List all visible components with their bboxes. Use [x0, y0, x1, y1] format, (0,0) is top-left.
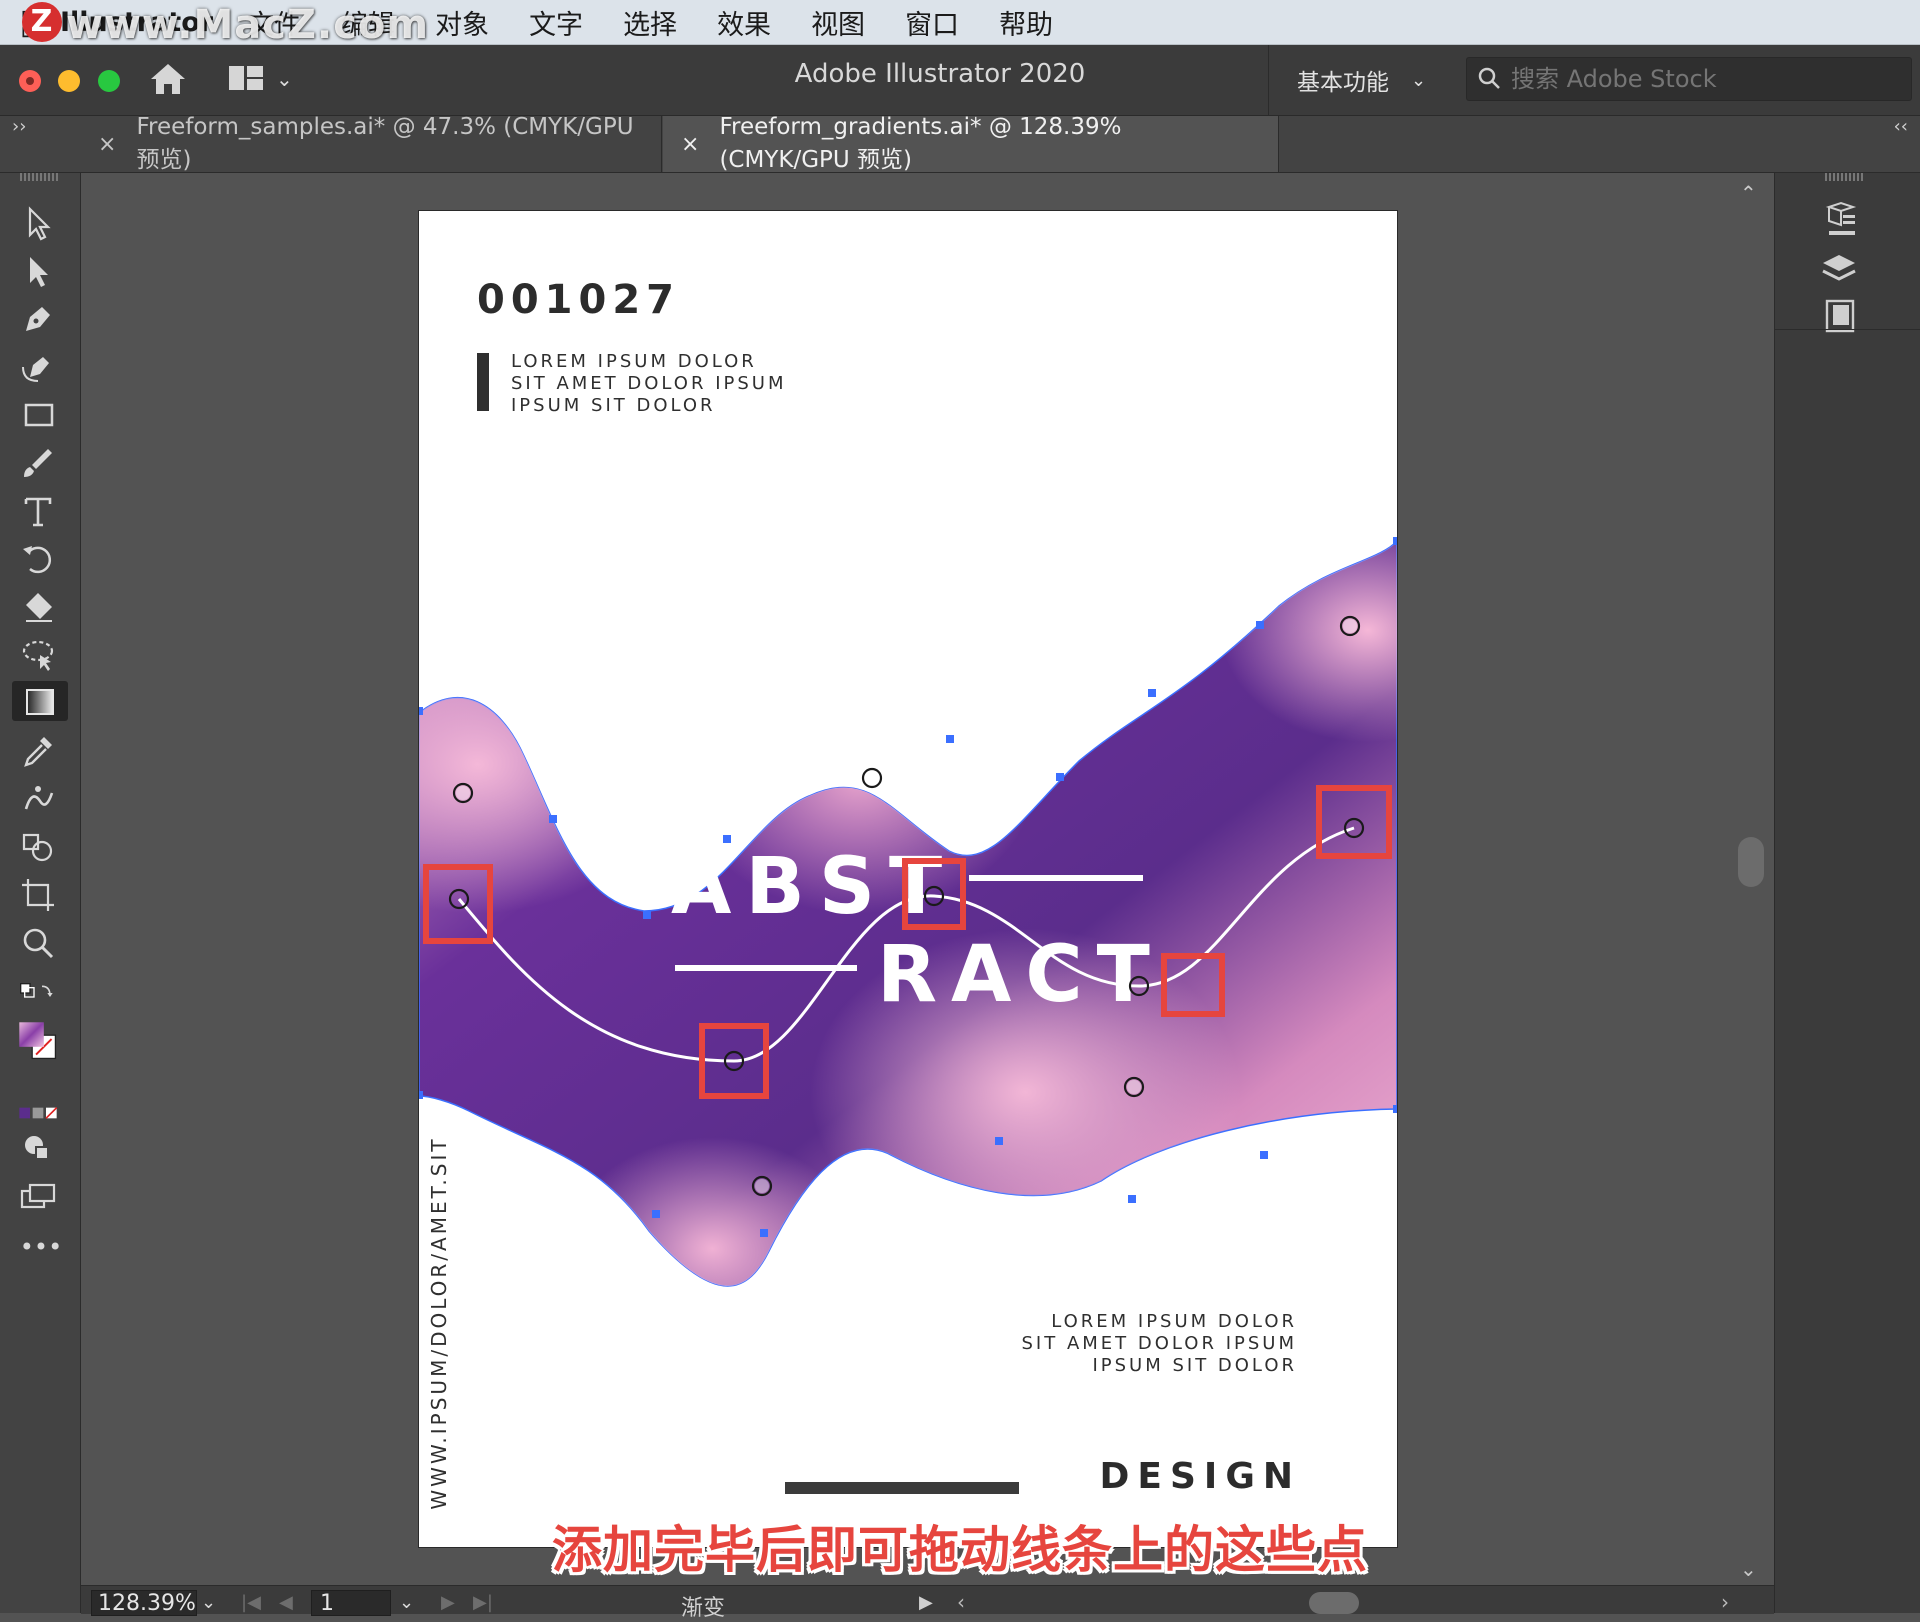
eyedropper-tool-icon[interactable]	[18, 731, 64, 771]
rectangle-tool-icon[interactable]	[18, 395, 64, 435]
selection-tool-icon[interactable]	[18, 203, 64, 243]
window-close-button[interactable]	[19, 70, 41, 92]
panel-grip[interactable]	[20, 173, 60, 181]
libraries-icon[interactable]	[1815, 295, 1863, 339]
window-minimize-button[interactable]	[58, 70, 80, 92]
video-caption: 添加完毕后即可拖动线条上的这些点	[552, 1521, 1368, 1579]
tab-freeform-samples[interactable]: × Freeform_samples.ai* @ 47.3% (CMYK/GPU…	[80, 114, 662, 173]
type-tool-icon[interactable]	[18, 491, 64, 531]
menu-type[interactable]: 文字	[529, 3, 583, 42]
fill-stroke-swatch[interactable]	[18, 1021, 80, 1083]
first-artboard-icon[interactable]: |◀	[241, 1592, 261, 1613]
close-icon[interactable]: ×	[681, 132, 699, 157]
search-icon	[1478, 67, 1500, 89]
app-bar: ⌄ Adobe Illustrator 2020 基本功能 ⌄	[0, 45, 1920, 116]
tab-label: Freeform_samples.ai* @ 47.3% (CMYK/GPU 预…	[136, 114, 634, 173]
vertical-scrollbar[interactable]: ⌃ ⌄	[1726, 173, 1774, 1585]
shape-builder-tool-icon[interactable]	[18, 827, 64, 867]
home-icon[interactable]	[148, 61, 188, 97]
panel-separator	[1775, 329, 1920, 330]
scroll-up-icon[interactable]: ⌃	[1740, 181, 1757, 205]
last-artboard-icon[interactable]: ▶|	[473, 1592, 493, 1613]
artboard[interactable]: 001027 LOREM IPSUM DOLOR SIT AMET DOLOR …	[418, 210, 1398, 1548]
panel-dock	[1774, 173, 1920, 1613]
draw-mode-icon[interactable]	[18, 1129, 64, 1169]
puppet-warp-tool-icon[interactable]	[18, 779, 64, 819]
paintbrush-tool-icon[interactable]	[18, 443, 64, 483]
menu-effect[interactable]: 效果	[717, 3, 771, 42]
horizontal-scroll-thumb[interactable]	[1309, 1592, 1359, 1614]
stock-search-input[interactable]	[1509, 64, 1893, 94]
lasso-tool-icon[interactable]	[18, 635, 64, 675]
menu-object[interactable]: 对象	[435, 3, 489, 42]
chevron-down-icon[interactable]: ⌄	[399, 1592, 414, 1613]
next-artboard-icon[interactable]: ▶	[441, 1592, 455, 1613]
zoom-level-field[interactable]: 128.39%	[91, 1590, 197, 1616]
status-tool-label: 渐变	[681, 1596, 726, 1621]
menu-window[interactable]: 窗口	[905, 3, 959, 42]
tagline-bottom: LOREM IPSUM DOLOR SIT AMET DOLOR IPSUM I…	[1022, 1311, 1298, 1377]
direct-selection-tool-icon[interactable]	[18, 251, 64, 291]
close-icon[interactable]: ×	[98, 132, 116, 157]
design-word: DESIGN	[1099, 1456, 1301, 1497]
gradient-tool-icon[interactable]	[12, 681, 68, 721]
workspace-switcher[interactable]: 基本功能 ⌄	[1268, 45, 1426, 115]
properties-icon[interactable]	[1815, 199, 1863, 243]
zoom-tool-icon[interactable]	[18, 923, 64, 963]
tab-label: Freeform_gradients.ai* @ 128.39% (CMYK/G…	[719, 114, 1122, 173]
layers-icon[interactable]	[1815, 249, 1863, 293]
scroll-left-icon[interactable]: ‹	[957, 1590, 965, 1614]
status-bar: 128.39% ⌄ |◀ ◀ 1 ⌄ ▶ ▶| 渐变 ▶ ‹ ›	[81, 1585, 1774, 1621]
rotate-tool-icon[interactable]	[18, 539, 64, 579]
status-menu-icon[interactable]: ▶	[919, 1592, 933, 1613]
tagline-line: LOREM IPSUM DOLOR	[1051, 1311, 1297, 1332]
menu-view[interactable]: 视图	[811, 3, 865, 42]
artboard-tool-icon[interactable]	[18, 875, 64, 915]
fill-stroke-swap-icon[interactable]	[18, 973, 78, 1013]
eraser-tool-icon[interactable]	[18, 587, 64, 627]
scroll-thumb[interactable]	[1738, 837, 1764, 887]
collapse-panels-button[interactable]: ‹‹	[1894, 116, 1908, 137]
tagline-line: SIT AMET DOLOR IPSUM	[1021, 1333, 1297, 1354]
watermark-badge: Z	[22, 2, 62, 42]
pen-tool-icon[interactable]	[18, 299, 64, 339]
document-tabs: ›› × Freeform_samples.ai* @ 47.3% (CMYK/…	[0, 114, 1920, 173]
watermark: Zwww.MacZ.com	[22, 2, 429, 48]
color-mode-buttons[interactable]	[18, 1093, 78, 1119]
watermark-text: www.MacZ.com	[66, 2, 430, 48]
vertical-url: WWW.IPSUM/DOLOR/AMET.SIT	[427, 1136, 451, 1510]
tools-panel: •••	[0, 173, 81, 1613]
chevron-down-icon[interactable]: ⌄	[276, 67, 293, 91]
scroll-down-icon[interactable]: ⌄	[1740, 1557, 1757, 1581]
bottom-rule	[785, 1482, 1019, 1494]
window-title: Adobe Illustrator 2020	[794, 59, 1086, 89]
workspace-label: 基本功能	[1297, 70, 1389, 96]
stock-search[interactable]	[1466, 57, 1912, 101]
screen-mode-icon[interactable]	[18, 1177, 64, 1217]
panel-grip[interactable]	[1825, 173, 1865, 181]
tab-freeform-gradients[interactable]: × Freeform_gradients.ai* @ 128.39% (CMYK…	[663, 114, 1279, 173]
headline-ract: RACT	[877, 930, 1164, 1020]
menu-select[interactable]: 选择	[623, 3, 677, 42]
scroll-right-icon[interactable]: ›	[1721, 1590, 1729, 1614]
window-zoom-button[interactable]	[98, 70, 120, 92]
arrange-documents-icon[interactable]	[228, 65, 264, 91]
previous-artboard-icon[interactable]: ◀	[279, 1592, 293, 1613]
canvas-area[interactable]: 001027 LOREM IPSUM DOLOR SIT AMET DOLOR …	[81, 173, 1753, 1585]
tagline-line: IPSUM SIT DOLOR	[1092, 1355, 1297, 1376]
edit-toolbar-more-icon[interactable]: •••	[18, 1233, 64, 1273]
headline-abst: ABST	[671, 842, 956, 932]
artboard-number-field[interactable]: 1	[311, 1590, 391, 1616]
menu-help[interactable]: 帮助	[999, 3, 1053, 42]
curvature-tool-icon[interactable]	[18, 347, 64, 387]
chevron-down-icon[interactable]: ⌄	[201, 1592, 216, 1613]
chevron-down-icon: ⌄	[1411, 69, 1427, 91]
expand-toolbar-button[interactable]: ››	[12, 116, 26, 137]
